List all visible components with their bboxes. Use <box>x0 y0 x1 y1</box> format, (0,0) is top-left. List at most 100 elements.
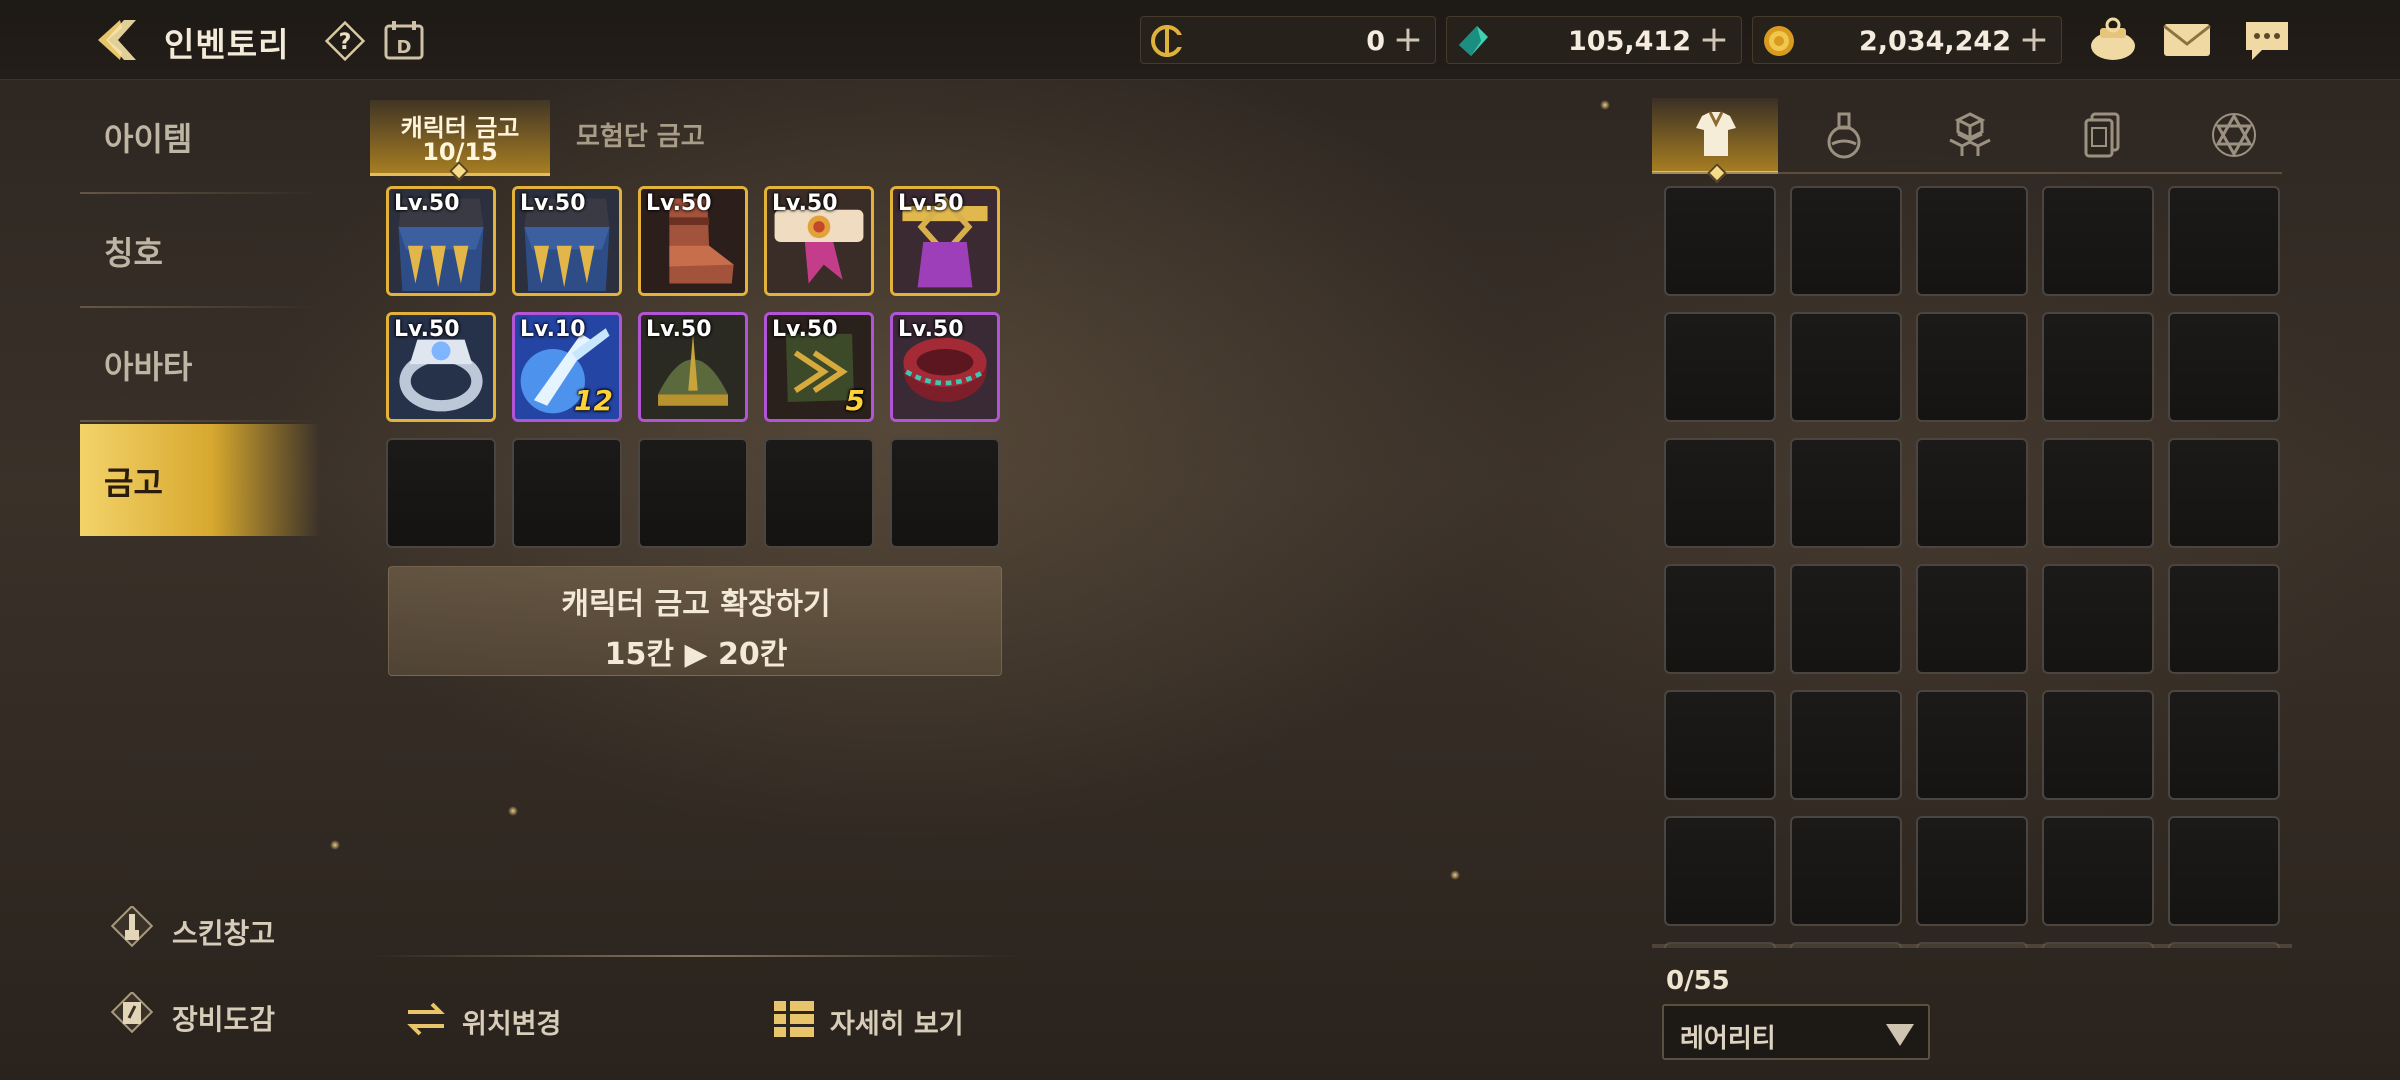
empty-inventory-slot[interactable] <box>1664 312 1776 422</box>
skin-storage-link[interactable]: 스킨창고 <box>104 902 324 958</box>
detail-view-button[interactable]: 자세히 보기 <box>772 994 972 1044</box>
sidebar-item-label: 금고 <box>104 464 163 502</box>
empty-inventory-slot[interactable] <box>1664 816 1776 926</box>
vault-item-slot[interactable]: Lv.50 <box>890 312 1000 422</box>
item-level: Lv.50 <box>646 317 712 342</box>
empty-vault-slot[interactable] <box>890 438 1000 548</box>
empty-inventory-slot[interactable] <box>2042 312 2154 422</box>
empty-inventory-slot[interactable] <box>1916 438 2028 548</box>
vault-item-slot[interactable]: Lv.50 5 <box>764 312 874 422</box>
empty-inventory-slot[interactable] <box>1664 564 1776 674</box>
mail-button[interactable] <box>2160 14 2214 66</box>
inventory-count: 0/55 <box>1666 966 1730 996</box>
empty-vault-slot[interactable] <box>386 438 496 548</box>
empty-inventory-slot[interactable] <box>1790 816 1902 926</box>
item-quantity: 5 <box>845 384 865 417</box>
vault-item-slot[interactable]: Lv.50 <box>638 186 748 296</box>
c-coin-icon <box>1151 25 1183 57</box>
currency-green-gem[interactable]: 105,412 + <box>1446 16 1742 64</box>
sidebar-item-vault[interactable]: 금고 <box>80 424 320 536</box>
expand-title: 캐릭터 금고 확장하기 <box>561 587 831 622</box>
item-level: Lv.50 <box>898 191 964 216</box>
empty-inventory-slot[interactable] <box>2042 186 2154 296</box>
empty-inventory-slot[interactable] <box>2042 564 2154 674</box>
gold-coin-icon <box>1764 26 1794 56</box>
empty-inventory-slot[interactable] <box>1916 816 2028 926</box>
empty-inventory-slot[interactable] <box>2042 690 2154 800</box>
add-currency-button[interactable]: + <box>1393 19 1423 60</box>
tab-emblems[interactable] <box>2170 98 2296 174</box>
empty-inventory-slot[interactable] <box>1790 438 1902 548</box>
empty-inventory-slot[interactable] <box>2042 816 2154 926</box>
skin-storage-label: 스킨창고 <box>172 917 276 950</box>
vault-item-slot[interactable]: Lv.50 <box>512 186 622 296</box>
divider <box>1652 172 2282 174</box>
currency-c-coin[interactable]: 0 + <box>1140 16 1436 64</box>
sparkle <box>330 840 340 850</box>
tab-equipment[interactable] <box>1652 98 1778 174</box>
empty-inventory-slot[interactable] <box>2168 186 2280 296</box>
empty-inventory-slot[interactable] <box>2168 312 2280 422</box>
equipment-codex-link[interactable]: 장비도감 <box>104 988 324 1044</box>
tab-materials[interactable] <box>1906 98 2032 174</box>
item-level: Lv.50 <box>772 191 838 216</box>
sidebar-item-titles[interactable]: 칭호 <box>80 194 320 306</box>
rearrange-label: 위치변경 <box>462 1009 562 1040</box>
rearrange-button[interactable]: 위치변경 <box>404 994 584 1044</box>
item-level: Lv.50 <box>394 191 460 216</box>
empty-inventory-slot[interactable] <box>2168 438 2280 548</box>
svg-text:?: ? <box>339 30 352 55</box>
tab-adventure-vault[interactable]: 모험단 금고 <box>560 100 720 176</box>
empty-inventory-slot[interactable] <box>1664 690 1776 800</box>
sparkle <box>1600 100 1610 110</box>
empty-inventory-slot[interactable] <box>1664 438 1776 548</box>
add-currency-button[interactable]: + <box>1699 19 1729 60</box>
empty-inventory-slot[interactable] <box>1790 186 1902 296</box>
back-button[interactable] <box>92 14 148 66</box>
empty-inventory-slot[interactable] <box>2168 564 2280 674</box>
empty-inventory-slot[interactable] <box>2168 690 2280 800</box>
sidebar-item-items[interactable]: 아이템 <box>80 80 320 192</box>
vault-item-slot[interactable]: Lv.50 <box>386 186 496 296</box>
pouch-icon <box>2091 17 2135 60</box>
empty-inventory-slot[interactable] <box>1916 186 2028 296</box>
sidebar-item-label: 칭호 <box>104 234 163 272</box>
help-button[interactable]: ? <box>324 20 366 62</box>
tab-consumables[interactable] <box>1780 98 1906 174</box>
empty-inventory-slot[interactable] <box>2042 438 2154 548</box>
page-title: 인벤토리 <box>164 25 290 64</box>
vault-item-slot[interactable]: Lv.50 <box>638 312 748 422</box>
vault-item-slot[interactable]: Lv.50 <box>890 186 1000 296</box>
empty-inventory-slot[interactable] <box>1790 312 1902 422</box>
empty-inventory-slot[interactable] <box>1916 690 2028 800</box>
empty-inventory-slot[interactable] <box>1916 312 2028 422</box>
materials-icon <box>1949 112 1991 156</box>
empty-inventory-slot[interactable] <box>1916 564 2028 674</box>
svg-text:D: D <box>397 37 412 58</box>
question-icon: ? <box>324 20 366 62</box>
calendar-button[interactable]: D <box>382 18 426 62</box>
add-currency-button[interactable]: + <box>2019 19 2049 60</box>
vault-item-slot[interactable]: Lv.10 12 <box>512 312 622 422</box>
vault-item-slot[interactable]: Lv.50 <box>764 186 874 296</box>
empty-vault-slot[interactable] <box>764 438 874 548</box>
tab-cards[interactable] <box>2038 98 2164 174</box>
sort-dropdown[interactable]: 레어리티 <box>1662 1004 1930 1060</box>
empty-inventory-slot[interactable] <box>1790 690 1902 800</box>
inventory-slot-grid <box>1664 186 2296 948</box>
book-icon <box>110 992 154 1034</box>
dropdown-arrow-icon <box>1886 1024 1914 1046</box>
calendar-icon: D <box>384 21 424 60</box>
expand-vault-button[interactable]: 캐릭터 금고 확장하기 15칸 ▶ 20칸 <box>388 566 1002 676</box>
currency-gold-coin[interactable]: 2,034,242 + <box>1752 16 2062 64</box>
empty-vault-slot[interactable] <box>638 438 748 548</box>
vault-item-slot[interactable]: Lv.50 <box>386 312 496 422</box>
empty-inventory-slot[interactable] <box>1790 564 1902 674</box>
empty-inventory-slot[interactable] <box>1664 186 1776 296</box>
sidebar-item-avatar[interactable]: 아바타 <box>80 308 320 420</box>
list-view-icon <box>774 1001 814 1037</box>
empty-vault-slot[interactable] <box>512 438 622 548</box>
empty-inventory-slot[interactable] <box>2168 816 2280 926</box>
chat-button[interactable] <box>2240 14 2294 66</box>
pouch-button[interactable] <box>2086 14 2140 66</box>
